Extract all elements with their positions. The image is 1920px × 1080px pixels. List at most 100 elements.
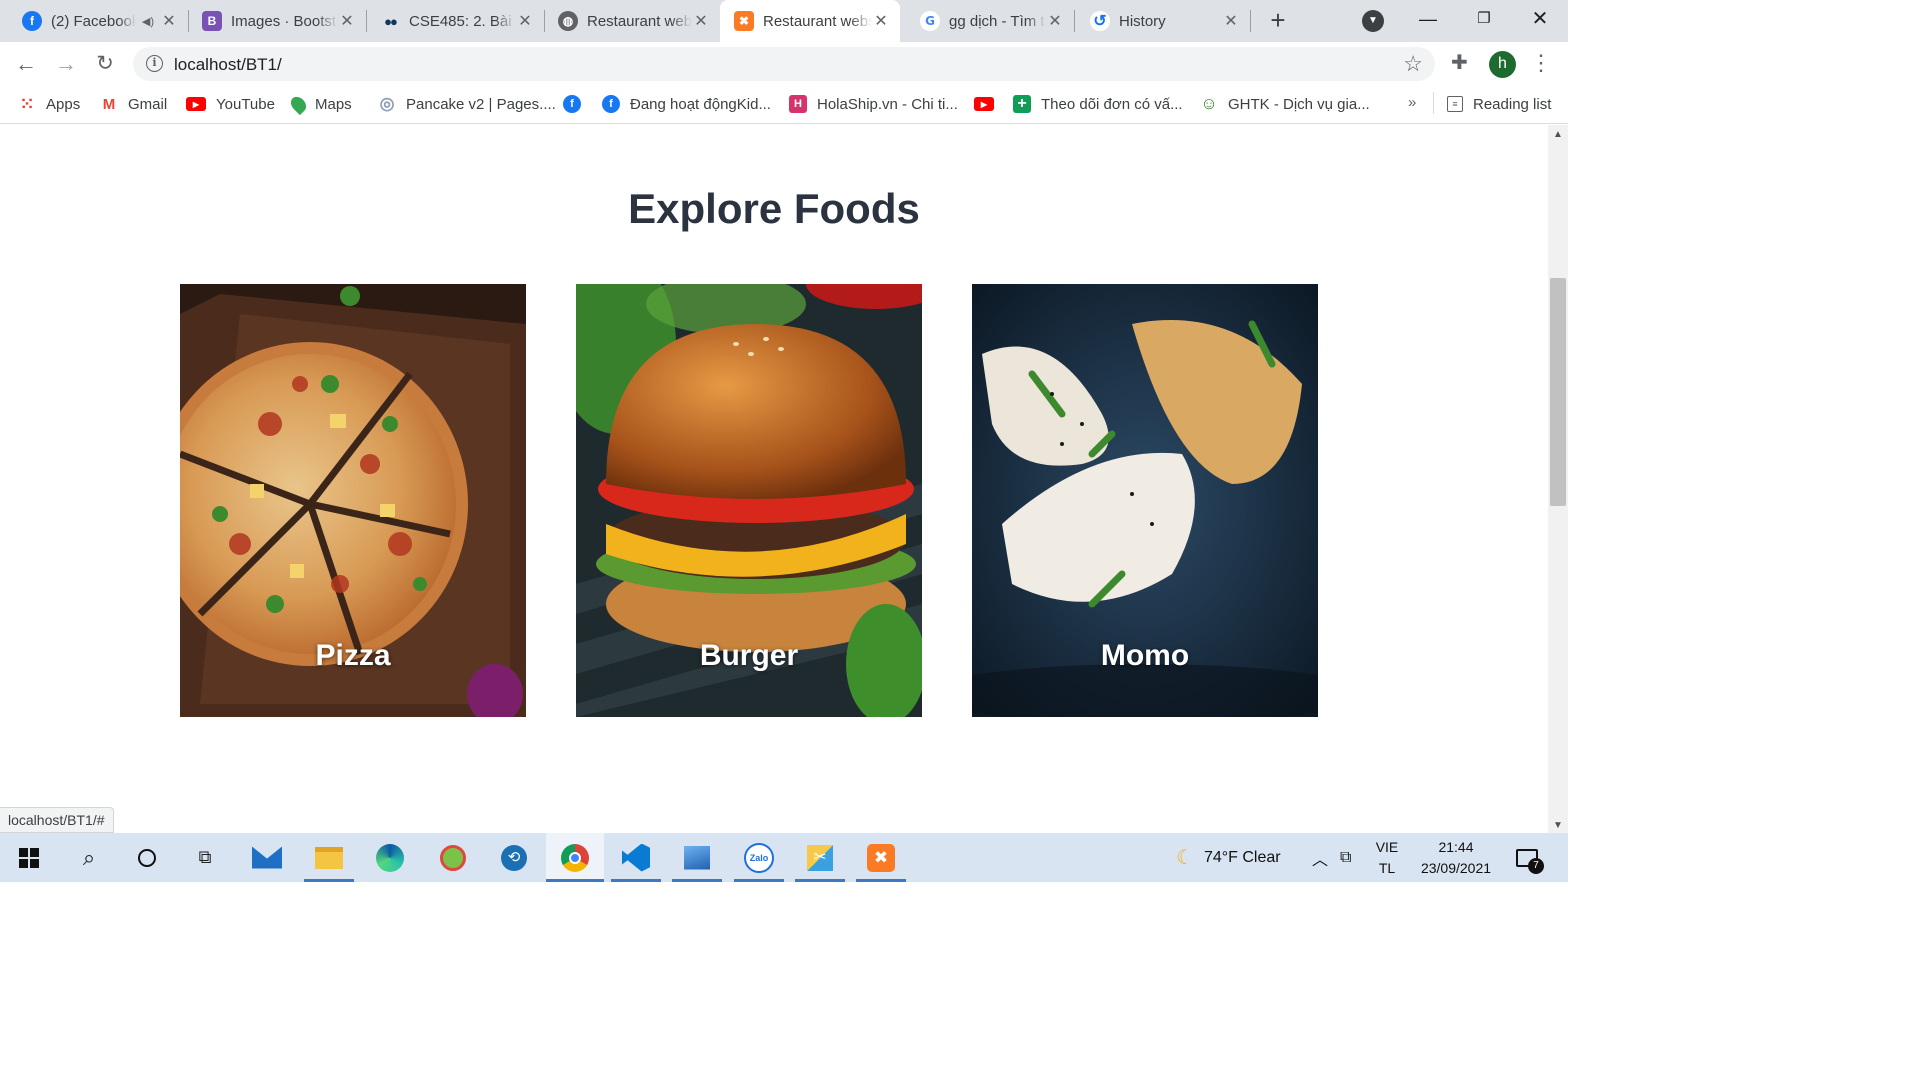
bookmark-gmail[interactable]: M Gmail [100,93,167,115]
url-text[interactable]: localhost/BT1/ [174,55,282,75]
close-icon[interactable]: ✕ [160,11,178,31]
minimize-button[interactable]: — [1400,0,1456,42]
xampp-app-icon[interactable]: ✖ [852,833,910,882]
page-scrollbar[interactable]: ▲ ▼ [1548,125,1568,833]
food-card-burger[interactable]: Burger [576,284,922,717]
tab-history[interactable]: ↺ History ✕ [1074,0,1250,42]
bookmark-maps[interactable]: Maps [287,93,352,115]
search-icon[interactable]: ⌕ [60,833,118,882]
language-indicator[interactable]: VIE TL [1372,837,1402,879]
window-close-button[interactable]: ✕ [1512,0,1568,42]
cortana-icon[interactable] [118,833,176,882]
ghtk-icon: ☺ [1200,94,1218,113]
browser-toolbar: ← → ↻ i localhost/BT1/ ☆ [0,42,1568,86]
start-button[interactable] [0,833,58,882]
bookmark-youtube-2[interactable]: ▶ [974,93,994,115]
food-card-momo[interactable]: Momo [972,284,1318,717]
chrome-browser-icon[interactable] [546,833,604,882]
facebook-icon: f [602,95,620,113]
close-icon[interactable]: ✕ [338,11,356,31]
vscode-icon[interactable] [607,833,665,882]
tab-bootstrap[interactable]: B Images · Bootstrap ✕ [180,0,366,42]
bookmark-theo-doi[interactable]: + Theo dõi đơn có vấ... [1013,93,1183,115]
gmail-icon: M [102,95,116,113]
bookmark-holaship[interactable]: H HolaShip.vn - Chi ti... [789,93,958,115]
zalo-app-icon[interactable]: Zalo [730,833,788,882]
more-menu-icon[interactable]: ⋮ [1530,50,1552,76]
address-bar[interactable]: i localhost/BT1/ ☆ [133,47,1435,81]
history-icon: ↺ [1090,11,1110,31]
youtube-icon: ▶ [974,97,994,111]
tab-facebook[interactable]: f (2) Facebook ◀) ✕ [0,0,188,42]
tab-cse485[interactable]: ●● CSE485: 2. Bài tập ✕ [358,0,544,42]
back-button[interactable]: ← [12,50,40,78]
notification-count-badge: 7 [1528,857,1544,874]
mail-app-icon[interactable] [238,833,296,882]
task-view-icon[interactable]: ⧉ [176,833,234,882]
food-label: Burger [699,639,799,672]
site-info-icon[interactable]: i [146,55,163,72]
tab-title: (2) Facebook [51,12,136,30]
holaship-icon: H [789,95,807,113]
extensions-puzzle-icon[interactable]: ✚ [1451,50,1468,75]
reload-button[interactable]: ↻ [91,50,119,78]
windows-logo-icon [19,847,39,868]
profile-avatar[interactable]: h [1489,51,1516,78]
bookmark-ghtk[interactable]: ☺ GHTK - Dịch vụ gia... [1200,93,1369,115]
tab-restaurant-1[interactable]: ◍ Restaurant website ✕ [536,0,720,42]
tab-title: CSE485: 2. Bài tập [409,12,516,30]
google-icon: G [920,11,940,31]
network-icon[interactable]: ⧉ [1340,833,1351,882]
page-viewport: Explore Foods Pizza Burger Momo [0,125,1548,833]
crescent-moon-icon: ☾ [1176,847,1194,869]
edge-browser-icon[interactable] [361,833,419,882]
game-app-icon[interactable] [424,833,482,882]
bookmark-star-icon[interactable]: ☆ [1403,51,1423,77]
close-icon[interactable]: ✕ [1046,11,1064,31]
bookmark-apps[interactable]: ⁙ Apps [18,93,80,115]
bookmark-pancake[interactable]: ◎ Pancake v2 | Pages.... [378,93,556,115]
bootstrap-icon: B [202,11,222,31]
close-icon[interactable]: ✕ [872,11,890,31]
notification-center-icon[interactable]: 7 [1516,833,1544,882]
bookmark-youtube[interactable]: ▶ YouTube [186,93,275,115]
restore-button[interactable]: ❐ [1456,0,1512,42]
tab-restaurant-active[interactable]: ✖ Restaurant website ✕ [720,0,900,42]
reading-list-button[interactable]: ≡ Reading list [1447,93,1551,115]
food-label: Momo [1100,639,1190,672]
youtube-icon: ▶ [186,97,206,111]
tab-search-button[interactable]: ▼ [1362,10,1384,32]
bookmark-facebook-kid[interactable]: f Đang hoạt độngKid... [602,93,771,115]
system-clock[interactable]: 21:44 23/09/2021 [1408,837,1504,879]
close-icon[interactable]: ✕ [516,11,534,31]
pancake-icon: ◎ [379,94,395,113]
tab-google[interactable]: G gg dịch - Tìm trên Google ✕ [898,0,1074,42]
close-icon[interactable]: ✕ [692,11,710,31]
snipping-tool-icon[interactable]: ✂ [791,833,849,882]
food-label: Pizza [315,639,391,672]
sheets-plus-icon: + [1013,95,1031,113]
show-hidden-icons-chevron-icon[interactable]: ︿ [1312,833,1328,882]
windows-taskbar: ⌕ ⧉ ⟲ Zalo ✂ ✖ ☾ 74°F Clear ︿ ⧉ VIE TL 2… [0,833,1568,882]
weather-widget[interactable]: ☾ 74°F Clear [1176,833,1281,882]
forward-button[interactable]: → [52,50,80,78]
xampp-icon: ✖ [734,11,754,31]
facebook-icon: f [563,95,581,113]
food-card-pizza[interactable]: Pizza [180,284,526,717]
bookmark-facebook[interactable]: f [563,93,581,115]
close-icon[interactable]: ✕ [1222,11,1240,31]
file-explorer-icon[interactable] [300,833,358,882]
bookmarks-overflow-button[interactable]: » [1408,94,1416,111]
scroll-down-arrow-icon[interactable]: ▼ [1548,820,1568,831]
scrollbar-thumb[interactable] [1550,278,1566,506]
photos-app-icon[interactable] [668,833,726,882]
speaker-icon[interactable]: ◀) [142,15,154,28]
new-tab-button[interactable]: + [1262,5,1294,37]
facebook-icon: f [22,11,42,31]
scroll-up-arrow-icon[interactable]: ▲ [1548,129,1568,140]
steam-app-icon[interactable]: ⟲ [485,833,543,882]
apps-grid-icon: ⁙ [19,93,35,114]
tab-title: Images · Bootstrap [231,12,338,30]
bookmarks-divider [1433,92,1434,114]
tab-title: gg dịch - Tìm trên Google [949,12,1046,30]
